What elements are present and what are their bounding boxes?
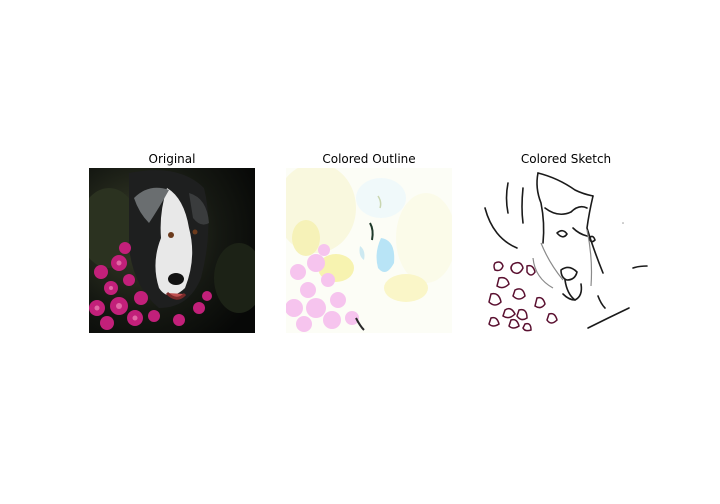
colored-sketch-image [483,168,649,333]
panel-title-colored-sketch: Colored Sketch [520,152,612,166]
colored-sketch-drawing [483,168,649,333]
panel-title-original: Original [148,152,196,166]
colored-outline-drawing [286,168,452,333]
colored-outline-image [286,168,452,333]
original-photo-drawing [89,168,255,333]
panel-title-colored-outline: Colored Outline [322,152,416,166]
original-photo [89,168,255,333]
